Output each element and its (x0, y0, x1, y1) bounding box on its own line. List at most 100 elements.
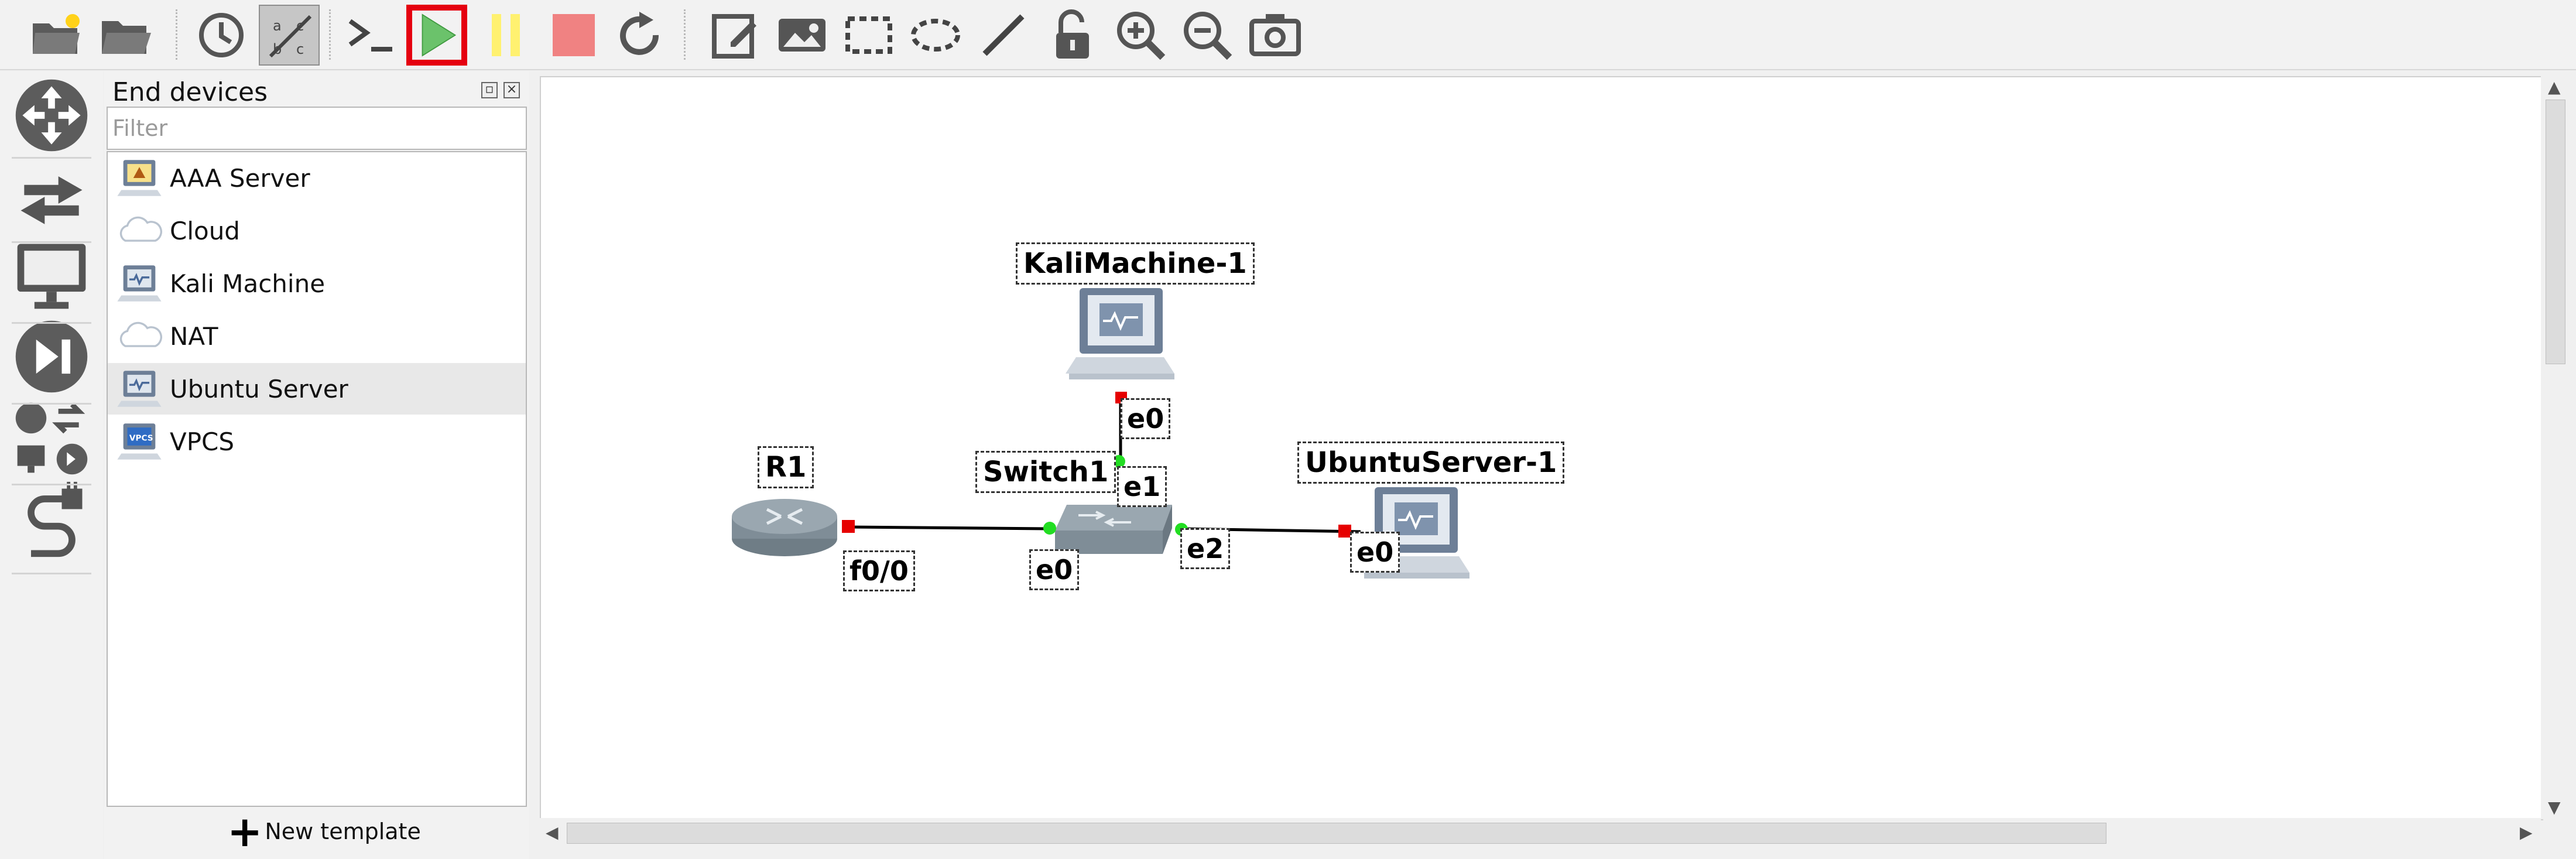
add-note-button[interactable] (705, 5, 766, 66)
suspend-all-button[interactable] (475, 5, 536, 66)
zoom-out-icon (1184, 12, 1232, 60)
main-toolbar: acbc (0, 0, 2576, 70)
switch-e0-port-label[interactable]: e0 (1029, 549, 1080, 590)
draw-rectangle-button[interactable] (838, 5, 899, 66)
browse-security-devices-button[interactable] (5, 313, 98, 401)
new-template-label: New template (265, 819, 421, 844)
svg-text:a: a (273, 18, 282, 34)
device-item-nat[interactable]: NAT (108, 310, 526, 362)
scroll-up-icon[interactable]: ▲ (2548, 77, 2561, 97)
horizontal-scroll-thumb[interactable] (567, 823, 2106, 844)
router-node-label[interactable]: R1 (758, 446, 814, 488)
device-item-ubuntu-server[interactable]: Ubuntu Server (108, 363, 526, 415)
toolbar-separator (176, 9, 177, 60)
dock-separator (12, 322, 91, 324)
router-f00-status-marker (842, 520, 855, 533)
end-devices-panel: End devices ▫ × AAA Server Cloud Kali Ma… (104, 71, 529, 859)
new-folder-icon (33, 14, 80, 54)
vertical-scrollbar[interactable]: ▲ ▼ (2541, 76, 2569, 819)
device-item-vpcs[interactable]: VPCS VPCS (108, 416, 526, 467)
unlock-icon (1056, 9, 1089, 59)
router-f00-port-label[interactable]: f0/0 (843, 550, 915, 591)
ellipse-icon (911, 19, 960, 52)
start-all-button[interactable] (406, 5, 467, 66)
screenshot-button[interactable] (1245, 5, 1306, 66)
switch-category-icon (20, 176, 83, 224)
device-item-label: NAT (170, 321, 218, 351)
vpcs-icon: VPCS (114, 416, 165, 467)
ubuntu-node-label[interactable]: UbuntuServer-1 (1297, 442, 1565, 484)
new-template-button[interactable]: + New template (227, 806, 421, 857)
horizontal-scrollbar[interactable]: ◀ ▶ (540, 818, 2541, 847)
scroll-left-icon[interactable]: ◀ (546, 823, 559, 842)
close-panel-button[interactable]: × (503, 82, 520, 98)
interface-labels-icon: acbc (269, 15, 312, 58)
browse-all-devices-button[interactable] (5, 395, 98, 482)
scroll-right-icon[interactable]: ▶ (2520, 823, 2533, 842)
device-type-dock (0, 71, 103, 859)
svg-text:c: c (296, 41, 304, 57)
lock-items-button[interactable] (1042, 5, 1103, 66)
switch-e1-port-label[interactable]: e1 (1117, 466, 1167, 507)
zoom-out-button[interactable] (1177, 5, 1238, 66)
insert-picture-button[interactable] (772, 5, 833, 66)
device-list: AAA Server Cloud Kali Machine NAT Ubuntu… (107, 151, 527, 807)
router-category-icon (15, 79, 88, 152)
computer-icon (114, 363, 165, 415)
device-item-label: Cloud (170, 216, 240, 245)
toolbar-separator (684, 9, 686, 60)
ubuntu-e0-port-label[interactable]: e0 (1350, 532, 1400, 573)
float-panel-button[interactable]: ▫ (481, 82, 498, 98)
add-link-button[interactable] (5, 475, 98, 563)
clock-icon (199, 13, 244, 57)
server-icon (114, 152, 165, 204)
open-project-button[interactable] (95, 5, 156, 66)
dock-separator (12, 484, 91, 485)
dock-separator (12, 573, 91, 574)
stop-all-button[interactable] (543, 5, 604, 66)
device-item-kali-machine[interactable]: Kali Machine (108, 258, 526, 309)
device-item-label: Kali Machine (170, 269, 326, 298)
show-interface-labels-button[interactable]: acbc (259, 5, 320, 66)
scroll-down-icon[interactable]: ▼ (2548, 798, 2561, 817)
filter-input[interactable] (107, 107, 527, 150)
browse-end-devices-button[interactable] (5, 231, 98, 319)
device-item-aaa-server[interactable]: AAA Server (108, 152, 526, 204)
line-icon (982, 14, 1025, 56)
link-router-switch[interactable] (848, 525, 1049, 531)
panel-title: End devices (112, 77, 268, 107)
browse-routers-button[interactable] (5, 71, 98, 159)
cable-icon (28, 481, 83, 557)
reload-all-button[interactable] (609, 5, 670, 66)
snapshot-button[interactable] (191, 5, 252, 66)
switch-e0-status-marker (1043, 522, 1056, 535)
topology-canvas[interactable]: KaliMachine-1 Switch1 R1 UbuntuServer-1 … (540, 76, 2543, 820)
security-category-icon (15, 320, 88, 393)
kali-e0-port-label[interactable]: e0 (1121, 398, 1171, 439)
vertical-scroll-thumb[interactable] (2546, 100, 2565, 364)
draw-ellipse-button[interactable] (905, 5, 966, 66)
toolbar-separator (329, 9, 331, 60)
terminal-icon (348, 19, 392, 52)
router-node[interactable] (732, 499, 837, 556)
open-folder-icon (102, 21, 151, 54)
new-project-button[interactable] (26, 5, 87, 66)
device-item-cloud[interactable]: Cloud (108, 205, 526, 256)
zoom-in-button[interactable] (1110, 5, 1171, 66)
kali-machine-node[interactable] (1066, 288, 1174, 379)
console-all-button[interactable] (341, 5, 402, 66)
pause-icon (492, 14, 520, 56)
computer-icon (114, 258, 165, 309)
dock-separator (12, 157, 91, 159)
play-icon (422, 13, 457, 57)
zoom-in-icon (1117, 12, 1166, 60)
stop-icon (553, 14, 595, 56)
kali-node-label[interactable]: KaliMachine-1 (1016, 242, 1255, 285)
camera-icon (1249, 14, 1301, 56)
reload-icon (620, 12, 659, 55)
device-item-label: VPCS (170, 427, 235, 456)
switch-e2-port-label[interactable]: e2 (1180, 528, 1231, 569)
switch-node-label[interactable]: Switch1 (975, 451, 1116, 493)
draw-line-button[interactable] (973, 5, 1034, 66)
switch-node[interactable] (1055, 505, 1172, 554)
